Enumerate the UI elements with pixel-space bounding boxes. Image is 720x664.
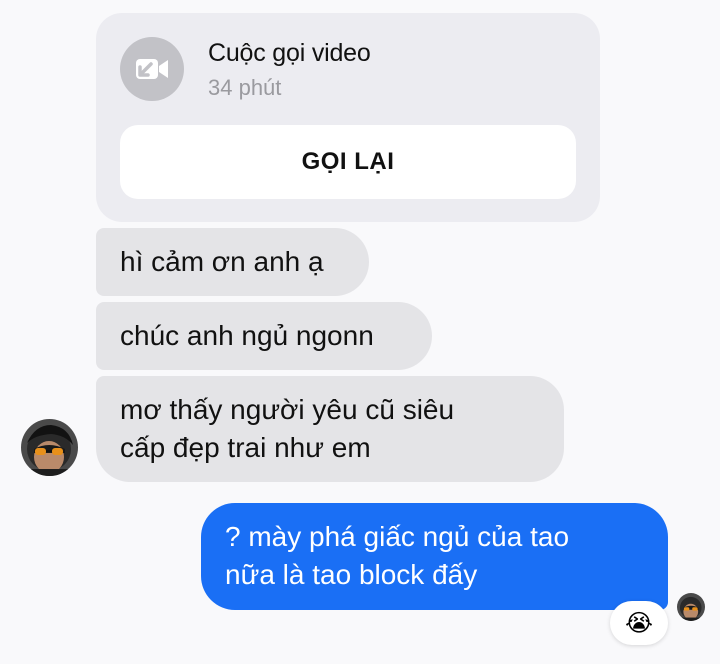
call-duration: 34 phút <box>208 75 282 100</box>
read-receipt-avatar <box>677 593 705 621</box>
message-text: chúc anh ngủ ngonn <box>120 320 374 351</box>
message-bubble-incoming[interactable]: hì cảm ơn anh ạ <box>96 228 369 296</box>
message-text-line: cấp đẹp trai như em <box>120 432 371 463</box>
message-text: hì cảm ơn anh ạ <box>120 246 324 277</box>
contact-avatar[interactable] <box>21 419 78 476</box>
message-bubble-outgoing[interactable]: ? mày phá giấc ngủ của tao nữa là tao bl… <box>201 503 668 610</box>
message-text-line: nữa là tao block đấy <box>225 559 478 590</box>
video-call-card: Cuộc gọi video 34 phút GỌI LẠI <box>96 13 600 222</box>
message-text-line: mơ thấy người yêu cũ siêu <box>120 394 455 425</box>
video-call-icon <box>120 37 184 101</box>
reaction-badge[interactable]: 😭 <box>610 601 668 645</box>
crying-face-icon: 😭 <box>624 609 654 637</box>
call-back-button[interactable]: GỌI LẠI <box>120 125 576 199</box>
message-text-line: ? mày phá giấc ngủ của tao <box>225 521 570 552</box>
call-title: Cuộc gọi video <box>208 39 371 67</box>
message-bubble-incoming[interactable]: chúc anh ngủ ngonn <box>96 302 432 370</box>
message-bubble-incoming[interactable]: mơ thấy người yêu cũ siêu cấp đẹp trai n… <box>96 376 564 482</box>
